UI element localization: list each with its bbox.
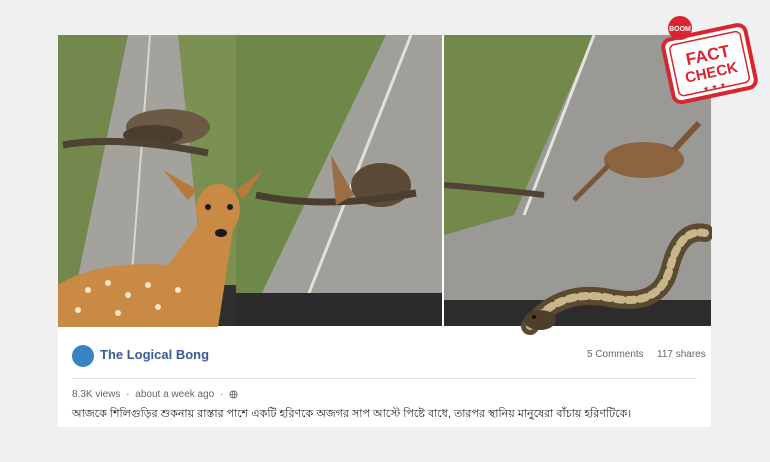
post-caption: আজকে শিলিগুড়ির শুকনায় রাস্তার পাশে একট… xyxy=(72,408,632,420)
deer-image xyxy=(58,165,264,327)
stamp-brand: BOOM xyxy=(669,26,691,33)
separator: · xyxy=(126,389,130,400)
divider xyxy=(72,378,697,379)
globe-icon xyxy=(229,390,238,399)
shares-count-link[interactable]: 117 shares xyxy=(657,349,706,360)
python-snake-image xyxy=(520,218,714,336)
video-frame-2 xyxy=(236,35,442,326)
separator-2: · xyxy=(220,389,224,400)
fact-check-stamp: FACT CHECK ★ ★ ★ BOOM xyxy=(658,14,758,114)
page-name-link[interactable]: The Logical Bong xyxy=(100,347,209,362)
post-timestamp[interactable]: about a week ago xyxy=(135,389,214,400)
post-meta-bar: The Logical Bong 5 Comments 117 shares xyxy=(58,337,711,377)
views-count: 8.3K views xyxy=(72,389,121,400)
page-avatar-icon[interactable] xyxy=(72,345,94,367)
comments-count-link[interactable]: 5 Comments xyxy=(587,349,644,360)
post-sub-meta: 8.3K views · about a week ago · xyxy=(72,389,238,400)
